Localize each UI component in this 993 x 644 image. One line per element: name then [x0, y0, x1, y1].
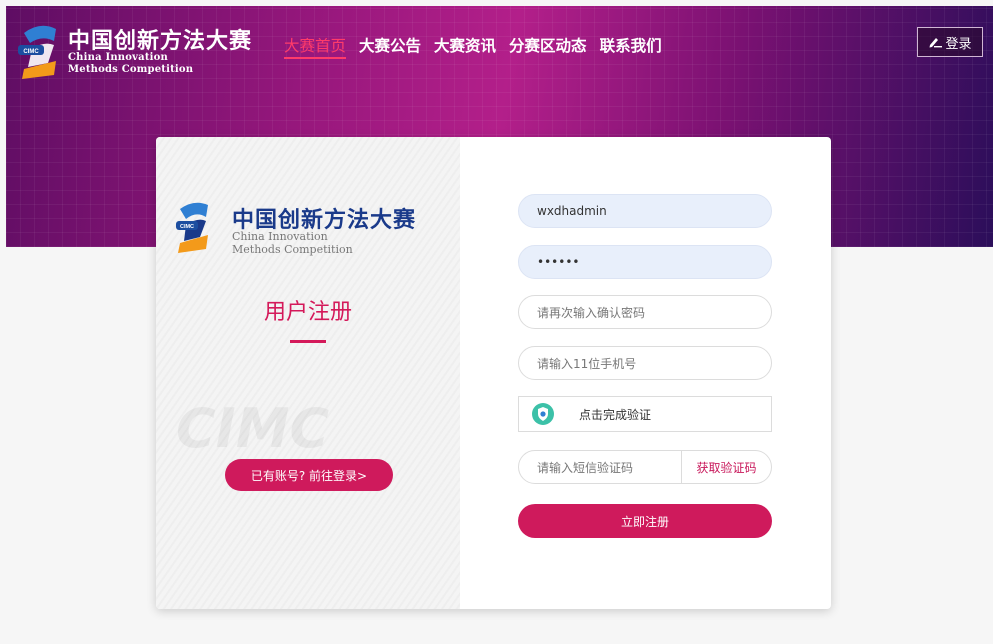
password-input[interactable]: ••••••	[518, 245, 772, 279]
nav-regional-updates[interactable]: 分赛区动态	[509, 34, 587, 64]
nav-news[interactable]: 大赛资讯	[434, 34, 496, 64]
sms-code-field: 请输入短信验证码 获取验证码	[518, 450, 772, 484]
logo-title-en-line2: Methods Competition	[68, 64, 194, 75]
register-title: 用户注册	[263, 300, 352, 325]
login-button[interactable]: 登录	[917, 27, 983, 57]
nav-home[interactable]: 大赛首页	[284, 34, 347, 64]
get-code-button[interactable]: 获取验证码	[682, 459, 771, 476]
register-card-left-panel: CIMC CIMC 中国创新方法大赛 China Innovation Meth…	[156, 137, 460, 609]
phone-placeholder: 请输入11位手机号	[537, 356, 637, 371]
left-logo-title-en-line1: China Innovation	[232, 230, 328, 243]
page: CIMC 中国创新方法大赛 China Innovation Methods C…	[0, 0, 993, 644]
left-logo-title-en-line2: Methods Competition	[232, 243, 353, 256]
login-button-label: 登录	[945, 36, 972, 52]
captcha-widget[interactable]: 点击完成验证	[518, 396, 772, 432]
title-underline	[290, 340, 326, 343]
left-logo-badge-text: CIMC	[180, 224, 194, 230]
register-card: CIMC CIMC 中国创新方法大赛 China Innovation Meth…	[156, 137, 831, 609]
go-to-login-button[interactable]: 已有账号? 前往登录>	[225, 459, 393, 491]
username-input[interactable]: wxdhadmin	[518, 194, 772, 228]
nav-contact[interactable]: 联系我们	[600, 34, 662, 64]
site-header: CIMC 中国创新方法大赛 China Innovation Methods C…	[6, 6, 993, 88]
cimc-logo-icon: CIMC	[18, 25, 56, 79]
sms-code-input[interactable]: 请输入短信验证码	[537, 459, 681, 476]
register-submit-button[interactable]: 立即注册	[518, 504, 772, 538]
cimc-logo-icon: CIMC	[176, 202, 208, 253]
cimc-watermark: CIMC	[176, 397, 330, 460]
shield-check-icon	[532, 403, 554, 425]
nav-announcements[interactable]: 大赛公告	[359, 34, 421, 64]
confirm-password-placeholder: 请再次输入确认密码	[537, 305, 646, 320]
logo-title-en-line1: China Innovation	[68, 52, 168, 63]
logo-title-cn: 中国创新方法大赛	[68, 29, 253, 54]
main-nav: 大赛首页 大赛公告 大赛资讯 分赛区动态 联系我们	[284, 34, 675, 64]
logo-badge-text: CIMC	[23, 49, 39, 55]
pen-icon	[929, 38, 943, 48]
username-value: wxdhadmin	[537, 204, 607, 218]
confirm-password-input[interactable]: 请再次输入确认密码	[518, 295, 772, 329]
phone-input[interactable]: 请输入11位手机号	[518, 346, 772, 380]
password-value: ••••••	[537, 255, 580, 269]
captcha-label: 点击完成验证	[579, 407, 652, 422]
